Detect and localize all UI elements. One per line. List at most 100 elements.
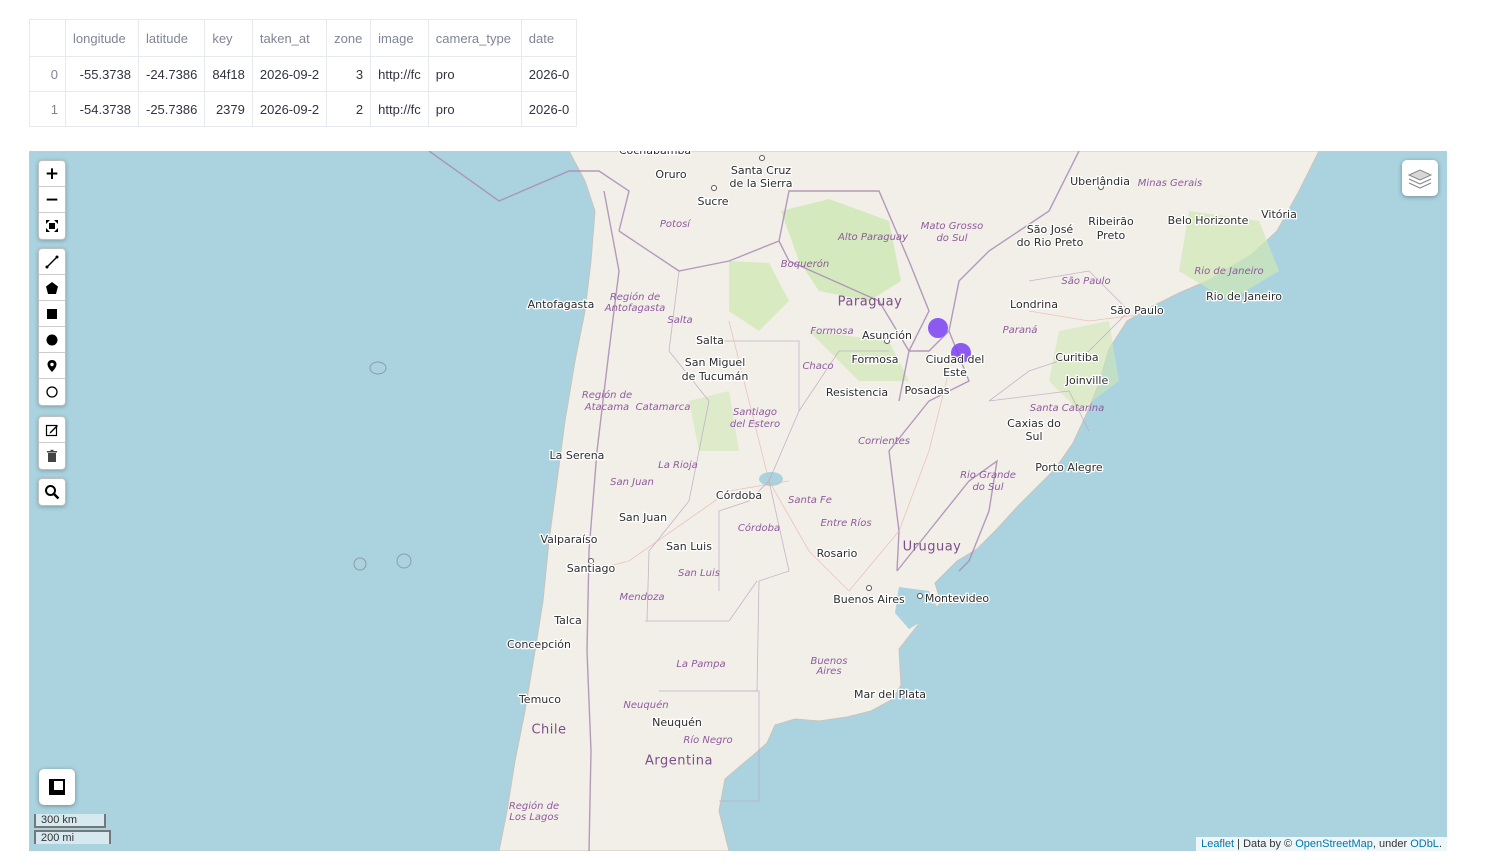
draw-polyline-button[interactable] <box>39 249 65 275</box>
map-label-city: Formosa <box>852 353 899 366</box>
layers-control[interactable] <box>1402 160 1438 196</box>
map-label-city: Joinville <box>1065 374 1109 387</box>
map-label-region: San Juan <box>610 477 654 488</box>
map-label-region: Santa Fe <box>788 495 832 506</box>
cell-longitude[interactable]: -54.3738 <box>65 91 139 127</box>
edit-layers-button[interactable] <box>39 417 65 443</box>
map-label-region: Potosí <box>660 218 691 230</box>
map-label-city: San Luis <box>666 540 712 553</box>
row-index: 1 <box>29 91 66 127</box>
attribution: Leaflet | Data by © OpenStreetMap, under… <box>1196 837 1447 851</box>
cell-camera-type[interactable]: pro <box>427 91 522 127</box>
map-label-region: Boquerón <box>781 258 829 270</box>
draw-circle-button[interactable] <box>39 327 65 353</box>
map-label-region: del Estero <box>730 419 780 430</box>
table-header-row: longitude latitude key taken_at zone ima… <box>29 19 578 57</box>
column-header-key[interactable]: key <box>204 19 253 57</box>
cell-date[interactable]: 2026-0 <box>520 91 578 127</box>
map-label-city: Valparaíso <box>541 533 598 546</box>
map-label-region: Mato Grosso <box>921 221 984 232</box>
map-label-region: Salta <box>667 315 692 326</box>
attribution-end: . <box>1438 838 1442 850</box>
fit-bounds-button[interactable] <box>39 213 65 239</box>
zoom-in-button[interactable]: + <box>39 161 65 187</box>
polygon-icon <box>46 281 58 294</box>
column-header-date[interactable]: date <box>520 19 578 57</box>
map-label-city: Santiago <box>567 562 616 575</box>
map-label-city: Londrina <box>1010 298 1058 311</box>
draw-circlemarker-button[interactable] <box>39 379 65 405</box>
cell-camera-type[interactable]: pro <box>427 56 522 92</box>
circle-icon <box>46 334 58 345</box>
map-label-region: Chaco <box>802 361 833 372</box>
map-marker[interactable] <box>928 318 948 338</box>
map-label-region: San Luis <box>678 568 720 579</box>
map-label-city: Talca <box>553 614 581 627</box>
scale-mi: 200 mi <box>34 830 111 844</box>
cell-zone[interactable]: 3 <box>326 56 372 92</box>
map-label-city: São Paulo <box>1110 304 1164 317</box>
dataframe-table: longitude latitude key taken_at zone ima… <box>29 19 578 127</box>
column-header-camera-type[interactable]: camera_type <box>427 19 522 57</box>
cell-latitude[interactable]: -24.7386 <box>137 56 206 92</box>
column-header-latitude[interactable]: latitude <box>137 19 206 57</box>
map-label-city: La Serena <box>550 449 605 462</box>
column-header-longitude[interactable]: longitude <box>65 19 139 57</box>
zoom-out-button[interactable]: − <box>39 187 65 213</box>
cell-zone[interactable]: 2 <box>326 91 372 127</box>
zoom-control: + − <box>38 160 66 240</box>
cell-image[interactable]: http://fc <box>370 91 429 127</box>
map-label-city: Sul <box>1025 430 1042 443</box>
map-label-city: Montevideo <box>925 592 990 605</box>
cell-image[interactable]: http://fc <box>370 56 429 92</box>
cell-key[interactable]: 2379 <box>204 91 253 127</box>
fullscreen-button[interactable] <box>39 769 75 805</box>
column-header-image[interactable]: image <box>370 19 429 57</box>
cell-latitude[interactable]: -25.7386 <box>137 91 206 127</box>
map-label-region: Aires <box>815 666 841 677</box>
map-label-region: do Sul <box>972 482 1003 493</box>
row-index: 0 <box>29 56 66 92</box>
map-label-city: Mar del Plata <box>854 688 926 701</box>
cell-date[interactable]: 2026-0 <box>520 56 578 92</box>
leaflet-link[interactable]: Leaflet <box>1201 838 1234 850</box>
rectangle-icon <box>47 308 57 319</box>
map-label-city: Porto Alegre <box>1035 461 1103 474</box>
map-label-region: Región de <box>610 291 660 303</box>
column-header-index[interactable] <box>29 19 66 57</box>
marker-icon <box>47 359 57 372</box>
draw-polygon-button[interactable] <box>39 275 65 301</box>
column-header-zone[interactable]: zone <box>326 19 372 57</box>
map-container[interactable]: Cochabamba Santa Cruzde la Sierra Oruro Suc… <box>29 151 1447 851</box>
column-header-taken-at[interactable]: taken_at <box>251 19 328 57</box>
openstreetmap-link[interactable]: OpenStreetMap <box>1295 838 1373 850</box>
table-row: 1 -54.3738 -25.7386 2379 2026-09-2 2 htt… <box>29 91 578 127</box>
map-label-city: Antofagasta <box>528 298 595 311</box>
map-label-region: São Paulo <box>1061 276 1110 287</box>
map-label-region: Catamarca <box>636 402 691 413</box>
cell-longitude[interactable]: -55.3738 <box>65 56 139 92</box>
cell-taken-at[interactable]: 2026-09-2 <box>251 91 328 127</box>
map-label-region: Minas Gerais <box>1138 178 1202 189</box>
map-label-region: Los Lagos <box>509 812 558 823</box>
search-button[interactable] <box>39 479 65 505</box>
cell-key[interactable]: 84f18 <box>204 56 253 92</box>
table-row: 0 -55.3738 -24.7386 84f18 2026-09-2 3 ht… <box>29 56 578 92</box>
draw-rectangle-button[interactable] <box>39 301 65 327</box>
trash-icon <box>47 449 57 462</box>
map-tiles[interactable]: Cochabamba Santa Cruzde la Sierra Oruro Suc… <box>29 151 1447 851</box>
map-label-city: do Rio Preto <box>1017 236 1084 249</box>
draw-marker-button[interactable] <box>39 353 65 379</box>
delete-layers-button[interactable] <box>39 443 65 469</box>
cell-taken-at[interactable]: 2026-09-2 <box>251 56 328 92</box>
map-label-region: Región de <box>582 389 632 401</box>
map-label-city: San Juan <box>619 511 667 524</box>
map-label-city: Caxias do <box>1007 417 1061 430</box>
map-label-region: Neuquén <box>623 699 668 711</box>
map-label-city: Curitiba <box>1055 351 1098 364</box>
fit-bounds-icon <box>46 220 58 232</box>
map-label-region: Alto Paraguay <box>837 232 909 243</box>
map-label-city: Este <box>943 366 967 379</box>
odbl-link[interactable]: ODbL <box>1410 838 1439 850</box>
map-label-city: de la Sierra <box>730 177 793 190</box>
